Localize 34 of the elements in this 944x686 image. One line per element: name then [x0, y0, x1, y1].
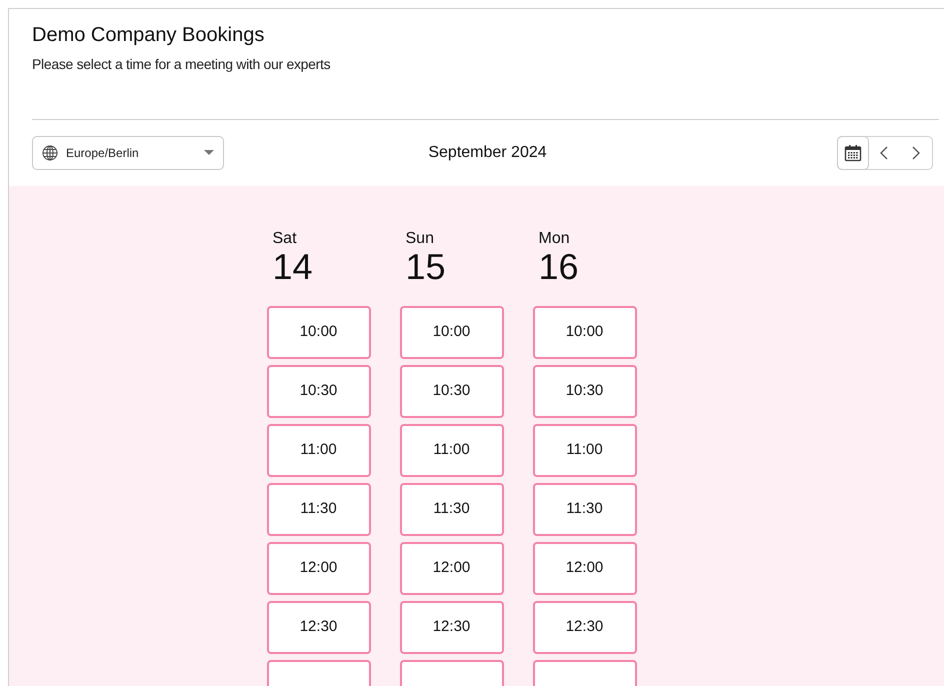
chevron-left-icon [880, 146, 888, 160]
calendar-button[interactable] [837, 136, 869, 170]
weekday-label: Sun [406, 230, 434, 248]
day-number: 15 [406, 248, 446, 286]
chevron-right-icon [912, 146, 920, 160]
time-slot-button[interactable]: 11:00 [532, 424, 636, 477]
caret-icon [204, 150, 214, 156]
day-number: 16 [538, 248, 579, 286]
calendar-icon [844, 144, 862, 162]
time-slot-button[interactable]: 10:00 [400, 306, 504, 359]
time-slot-button[interactable]: 12:00 [400, 542, 504, 595]
weekday-label: Sat [272, 230, 297, 248]
time-slot-button[interactable]: 12:30 [400, 601, 504, 654]
time-slot-button[interactable]: 12:00 [266, 542, 370, 595]
time-slot-button[interactable]: 12:30 [532, 601, 636, 654]
time-slot-button[interactable]: 10:00 [266, 306, 370, 359]
time-slot-button[interactable]: 10:00 [532, 306, 636, 359]
time-slot-button[interactable]: 12:30 [266, 601, 370, 654]
time-slot-button[interactable]: 10:30 [532, 365, 636, 418]
time-slot-button[interactable]: 12:00 [532, 542, 636, 595]
page-subtitle: Please select a time for a meeting with our experts [32, 55, 332, 74]
time-slot-button[interactable]: 10:30 [266, 365, 370, 418]
weekday-label: Mon [538, 230, 570, 248]
time-slot-button[interactable]: 11:00 [400, 424, 504, 477]
time-slot-button[interactable]: 11:30 [532, 483, 636, 536]
time-slot-button[interactable]: 10:30 [400, 365, 504, 418]
time-slot-button[interactable]: 11:00 [266, 424, 370, 477]
time-slot-button[interactable]: 11:30 [400, 483, 504, 536]
day-number: 14 [272, 248, 313, 286]
month-label: September 2024 [428, 143, 547, 163]
page-title: Demo Company Bookings [32, 23, 266, 48]
globe-icon [42, 145, 58, 161]
timezone-dropdown[interactable]: Europe/Berlin [32, 136, 224, 170]
time-slot-button[interactable]: 11:30 [266, 483, 370, 536]
